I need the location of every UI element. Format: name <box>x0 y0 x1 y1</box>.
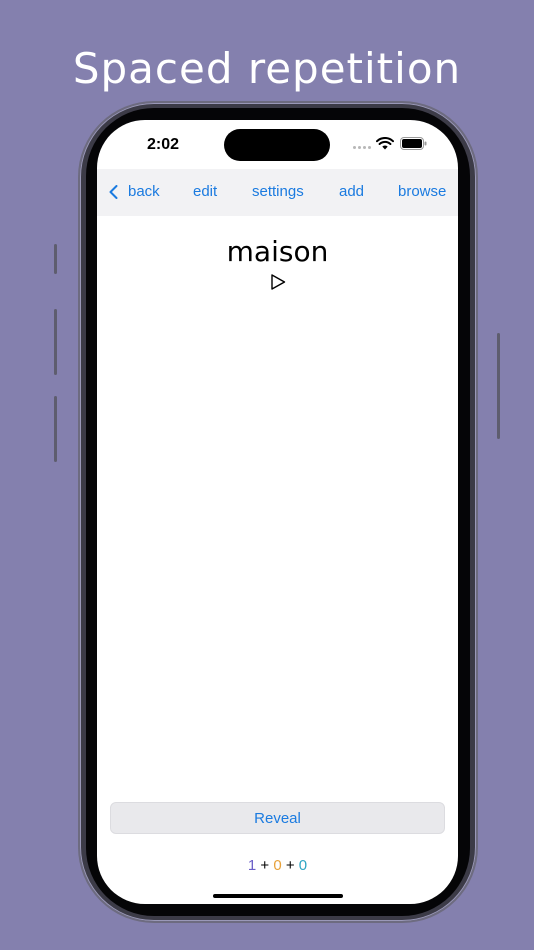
settings-button[interactable]: settings <box>252 183 304 200</box>
side-button-volume-down <box>54 396 57 462</box>
status-time: 2:02 <box>147 136 180 153</box>
battery-icon <box>400 137 427 150</box>
back-label: back <box>128 183 160 200</box>
browse-button[interactable]: browse <box>398 183 446 200</box>
review-count: 0 <box>298 857 308 874</box>
side-button-action <box>54 244 57 274</box>
toolbar: back edit settings add browse <box>97 169 458 216</box>
add-button[interactable]: add <box>339 183 364 200</box>
edit-button[interactable]: edit <box>193 183 217 200</box>
side-button-volume-up <box>54 309 57 375</box>
reveal-button[interactable]: Reveal <box>110 802 445 834</box>
card-counts: 1 + 0 + 0 <box>97 857 458 874</box>
new-count: 1 <box>247 857 257 874</box>
headline: Spaced repetition <box>72 44 462 93</box>
wifi-icon <box>376 137 394 150</box>
learning-count: 0 <box>273 857 282 874</box>
dynamic-island <box>224 129 330 161</box>
back-button[interactable]: back <box>109 183 160 200</box>
side-button-power <box>497 333 500 439</box>
home-indicator[interactable] <box>213 894 343 898</box>
signal-dots-icon <box>353 146 371 149</box>
card-front-text: maison <box>226 235 329 268</box>
count-separator: + <box>260 857 270 874</box>
chevron-left-icon <box>109 184 118 199</box>
count-separator: + <box>285 857 295 874</box>
phone-screen: 2:02 back edit settings add browse maiso… <box>97 120 458 904</box>
play-icon[interactable] <box>269 273 287 291</box>
